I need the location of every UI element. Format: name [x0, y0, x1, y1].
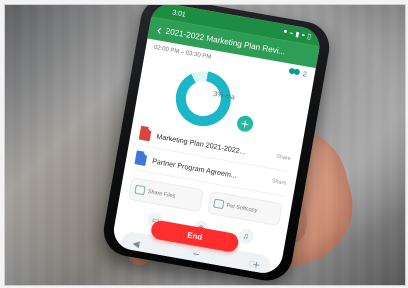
add-button[interactable]: +	[235, 114, 255, 133]
pet-softcopy-label: Pet Softcopy	[226, 202, 258, 214]
document-file-icon	[134, 150, 148, 167]
photo-frame: 3:01 ● ⌁ ▮ ◒ ▯ ‹ 2021-2022 Marketing Pla…	[4, 4, 406, 286]
wifi-icon: ◒	[300, 31, 307, 39]
share-button[interactable]: Share	[276, 154, 292, 162]
nav-back-icon[interactable]: ‹	[137, 239, 141, 248]
pdf-file-icon	[138, 125, 152, 142]
status-icons: ● ⌁ ▮ ◒ ▯	[283, 28, 312, 41]
back-icon[interactable]: ‹	[156, 21, 163, 38]
share-files-label: Share Files	[147, 188, 176, 200]
signal-icon: ▮	[294, 31, 300, 39]
nav-home-icon[interactable]: ○	[192, 249, 198, 259]
smartphone: 3:01 ● ⌁ ▮ ◒ ▯ ‹ 2021-2022 Marketing Pla…	[99, 5, 334, 285]
share-button[interactable]: Share	[271, 178, 287, 186]
status-time: 3:01	[171, 8, 187, 19]
copy-icon	[213, 198, 225, 210]
vibrate-icon: ⌁	[288, 30, 295, 38]
nav-recent-icon[interactable]: □	[249, 259, 255, 269]
participants-icon	[288, 68, 301, 78]
participants[interactable]: 2	[288, 68, 307, 79]
microphone-icon[interactable]: ♫	[237, 227, 255, 245]
battery-icon: ▯	[306, 33, 312, 41]
participant-count: 2	[302, 70, 308, 79]
share-icon	[134, 184, 146, 196]
phone-screen: 3:01 ● ⌁ ▮ ◒ ▯ ‹ 2021-2022 Marketing Pla…	[110, 5, 323, 276]
alert-icon: ●	[282, 28, 289, 36]
